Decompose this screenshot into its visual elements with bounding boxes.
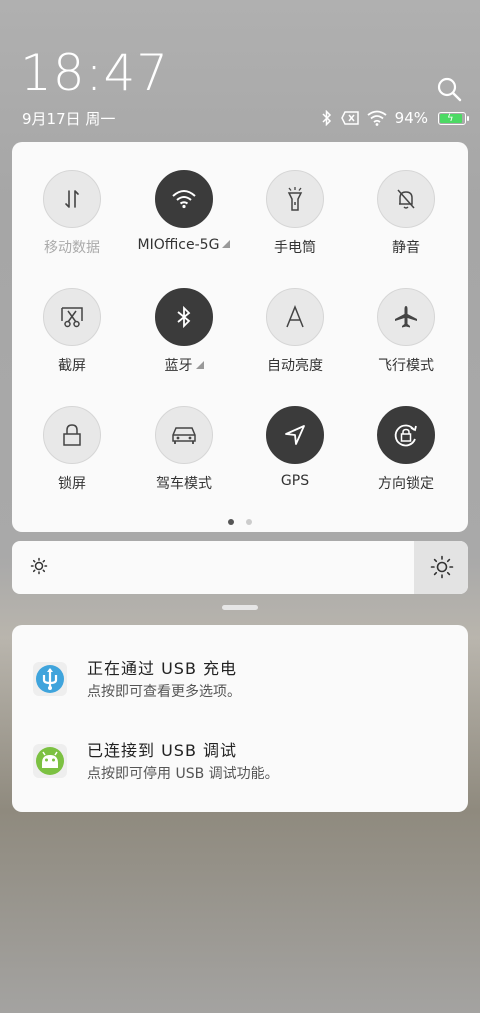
car-icon[interactable] [155,406,213,464]
rotation-lock-icon[interactable] [377,406,435,464]
quick-settings-panel: 移动数据 MIOffice-5G 手电筒 静音截屏 蓝牙 自动亮度 飞行模式锁屏 驾车模式 GP… [12,142,468,532]
tile-flashlight[interactable]: 手电筒 [240,170,350,257]
tile-label-text: 手电筒 [274,240,316,256]
tile-gps[interactable]: GPS [240,406,350,489]
tile-rotation-lock[interactable]: 方向锁定 [351,406,461,493]
charging-bolt-icon: ϟ [447,112,454,124]
tile-label-text: 飞行模式 [378,358,434,374]
tile-label: 锁屏 [17,473,127,493]
tile-label: 静音 [351,237,461,257]
tile-label-text: MIOffice-5G [137,237,220,253]
usb-icon [33,662,67,696]
expand-arrow-icon[interactable] [222,240,231,248]
tile-car[interactable]: 驾车模式 [129,406,239,493]
mute-icon[interactable] [377,170,435,228]
tile-auto-brightness[interactable]: 自动亮度 [240,288,350,375]
expand-arrow-icon[interactable] [195,361,204,369]
search-icon[interactable] [436,76,462,102]
tile-lock[interactable]: 锁屏 [17,406,127,493]
tile-label-text: GPS [280,473,310,489]
gps-icon[interactable] [266,406,324,464]
brightness-high-icon [430,555,454,579]
android-icon [33,744,67,778]
brightness-low-icon [30,557,48,575]
wifi-icon [367,110,387,126]
tile-mobile-data[interactable]: 移动数据 [17,170,127,257]
tile-bluetooth[interactable]: 蓝牙 [129,288,239,375]
no-sim-icon [340,111,359,125]
bluetooth-icon [322,110,331,126]
tile-label: 手电筒 [240,237,350,257]
notification-card: 正在通过 USB 充电 点按即可查看更多选项。 已连接到 USB 调试 点按即可… [12,625,468,812]
tile-label-text: 截屏 [58,358,86,374]
page-dot[interactable] [246,519,252,525]
tile-label-text: 锁屏 [58,476,86,492]
tile-label: 自动亮度 [240,355,350,375]
battery-percent: 94% [394,109,428,127]
clock[interactable]: 18:47 [20,48,169,98]
tile-label-text: 移动数据 [44,240,100,256]
tile-label-text: 方向锁定 [378,476,434,492]
status-bar: 94% ϟ [321,108,469,128]
page-indicator [12,519,468,525]
tile-wifi[interactable]: MIOffice-5G [129,170,239,253]
battery-charging-icon: ϟ [438,111,469,125]
lock-icon[interactable] [43,406,101,464]
tile-label: 驾车模式 [129,473,239,493]
tile-label: 方向锁定 [351,473,461,493]
page-dot[interactable] [228,519,234,525]
notification-usb-charging[interactable]: 正在通过 USB 充电 点按即可查看更多选项。 [12,653,468,723]
notification-title: 正在通过 USB 充电 [87,659,238,678]
wifi-icon[interactable] [155,170,213,228]
screenshot-icon[interactable] [43,288,101,346]
tile-label: 飞行模式 [351,355,461,375]
tile-label-text: 蓝牙 [164,358,193,374]
tile-label: GPS [240,473,350,489]
tile-label-text: 自动亮度 [267,358,323,374]
tile-label-text: 静音 [392,240,420,256]
tile-airplane[interactable]: 飞行模式 [351,288,461,375]
tile-label: 蓝牙 [129,355,239,375]
notification-title: 已连接到 USB 调试 [87,741,238,760]
notification-subtitle: 点按即可停用 USB 调试功能。 [87,766,279,782]
date-label[interactable]: 9月17日 周一 [22,108,115,129]
tile-label: MIOffice-5G [129,237,239,253]
airplane-icon[interactable] [377,288,435,346]
flashlight-icon[interactable] [266,170,324,228]
tile-label: 移动数据 [17,237,127,257]
tile-screenshot[interactable]: 截屏 [17,288,127,375]
mobile-data-icon[interactable] [43,170,101,228]
brightness-slider[interactable] [12,541,468,594]
panel-drag-handle[interactable] [222,605,258,610]
notification-usb-debugging[interactable]: 已连接到 USB 调试 点按即可停用 USB 调试功能。 [12,735,468,805]
bluetooth-icon[interactable] [155,288,213,346]
notification-subtitle: 点按即可查看更多选项。 [87,684,241,700]
tile-label: 截屏 [17,355,127,375]
tile-mute[interactable]: 静音 [351,170,461,257]
tile-label-text: 驾车模式 [156,476,212,492]
auto-brightness-icon[interactable] [266,288,324,346]
